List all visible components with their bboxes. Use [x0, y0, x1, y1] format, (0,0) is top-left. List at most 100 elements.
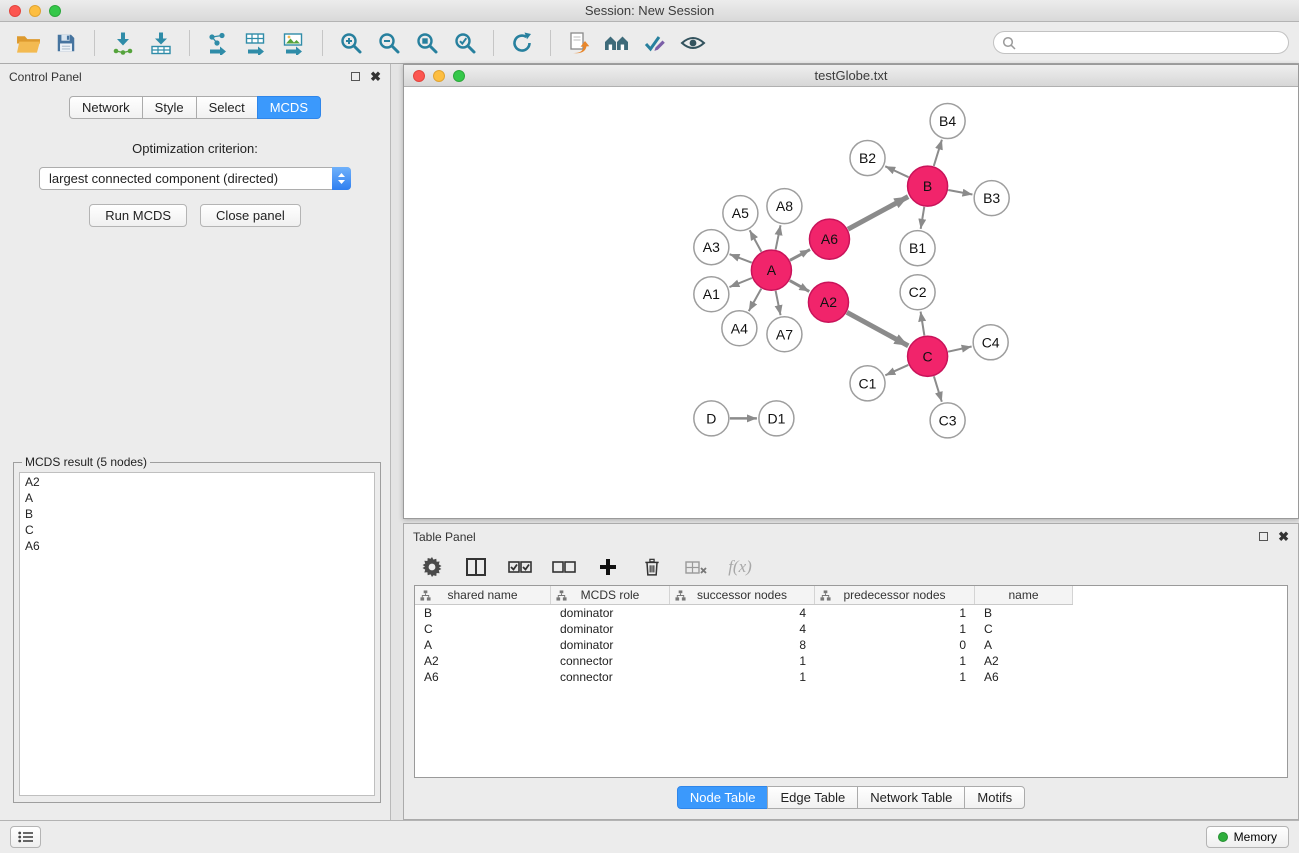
table-row[interactable]: Bdominator41B: [415, 605, 1073, 621]
node-A4[interactable]: A4: [722, 311, 757, 346]
edge-A-A1[interactable]: [729, 278, 751, 287]
edge-C-C3[interactable]: [934, 376, 942, 401]
show-graphics-details-button[interactable]: [675, 26, 711, 60]
node-C[interactable]: C: [908, 336, 948, 376]
criterion-dropdown[interactable]: largest connected component (directed): [39, 167, 351, 190]
tab-node-table[interactable]: Node Table: [677, 786, 769, 809]
edge-B-B4[interactable]: [934, 140, 942, 166]
zoom-out-button[interactable]: [371, 26, 407, 60]
clear-table-button[interactable]: [684, 553, 708, 581]
task-history-button[interactable]: [10, 826, 41, 848]
node-B1[interactable]: B1: [900, 231, 935, 266]
node-A3[interactable]: A3: [694, 230, 729, 265]
edge-A-A6[interactable]: [790, 250, 810, 261]
close-network-button[interactable]: [413, 70, 425, 82]
edge-A-A7[interactable]: [776, 291, 781, 315]
network-snapshot-button[interactable]: [561, 26, 597, 60]
node-A7[interactable]: A7: [767, 317, 802, 352]
close-panel-icon[interactable]: ✖: [370, 70, 381, 83]
node-A2[interactable]: A2: [808, 282, 848, 322]
edge-A-A4[interactable]: [749, 289, 762, 312]
tab-motifs[interactable]: Motifs: [964, 786, 1025, 809]
edge-A-A5[interactable]: [750, 230, 762, 252]
table-row[interactable]: A2connector11A2: [415, 653, 1073, 669]
edge-B-B1[interactable]: [921, 207, 925, 229]
run-mcds-button[interactable]: Run MCDS: [89, 204, 187, 227]
column-header-name[interactable]: name: [975, 586, 1073, 604]
network-graph[interactable]: B4B2BB3A5A8A6A3B1AC2A1A2A4A7C4CC1DD1C3: [404, 87, 1298, 518]
tab-style[interactable]: Style: [142, 96, 197, 119]
close-panel-button[interactable]: Close panel: [200, 204, 301, 227]
import-table-button[interactable]: [143, 26, 179, 60]
node-D[interactable]: D: [694, 401, 729, 436]
deselect-all-columns-button[interactable]: [552, 553, 576, 581]
column-header-shared-name[interactable]: shared name: [415, 586, 551, 604]
edge-C-C2[interactable]: [921, 312, 925, 336]
node-A5[interactable]: A5: [723, 196, 758, 231]
column-header-successor-nodes[interactable]: successor nodes: [670, 586, 815, 604]
export-image-button[interactable]: [276, 26, 312, 60]
tab-network[interactable]: Network: [69, 96, 143, 119]
node-D1[interactable]: D1: [759, 401, 794, 436]
close-window-button[interactable]: [9, 5, 21, 17]
export-table-button[interactable]: [238, 26, 274, 60]
node-B3[interactable]: B3: [974, 181, 1009, 216]
tab-mcds[interactable]: MCDS: [257, 96, 321, 119]
function-builder-button[interactable]: f(x): [728, 553, 752, 581]
table-row[interactable]: A6connector11A6: [415, 669, 1073, 685]
edge-B-B2[interactable]: [885, 166, 908, 177]
node-A8[interactable]: A8: [767, 189, 802, 224]
column-header-mcds-role[interactable]: MCDS role: [551, 586, 670, 604]
node-B2[interactable]: B2: [850, 141, 885, 176]
add-column-button[interactable]: [596, 553, 620, 581]
node-A1[interactable]: A1: [694, 277, 729, 312]
annotation-mode-button[interactable]: [637, 26, 673, 60]
close-table-panel-icon[interactable]: ✖: [1278, 530, 1289, 543]
float-panel-icon[interactable]: [351, 72, 360, 81]
edge-C-C1[interactable]: [885, 365, 908, 375]
node-C4[interactable]: C4: [973, 325, 1008, 360]
minimize-window-button[interactable]: [29, 5, 41, 17]
zoom-fit-button[interactable]: [409, 26, 445, 60]
zoom-selected-button[interactable]: [447, 26, 483, 60]
edge-A2-C[interactable]: [847, 312, 908, 345]
zoom-in-button[interactable]: [333, 26, 369, 60]
tab-select[interactable]: Select: [196, 96, 258, 119]
result-item[interactable]: A6: [25, 538, 369, 554]
export-network-button[interactable]: [200, 26, 236, 60]
table-row[interactable]: Adominator80A: [415, 637, 1073, 653]
float-table-panel-icon[interactable]: [1259, 532, 1268, 541]
edge-C-C4[interactable]: [948, 346, 972, 351]
result-item[interactable]: A2: [25, 474, 369, 490]
edge-A-A3[interactable]: [730, 254, 752, 263]
edge-A-A2[interactable]: [790, 281, 810, 292]
edge-B-B3[interactable]: [948, 190, 972, 195]
node-B[interactable]: B: [908, 166, 948, 206]
maximize-network-button[interactable]: [453, 70, 465, 82]
save-session-button[interactable]: [48, 26, 84, 60]
tab-network-table[interactable]: Network Table: [857, 786, 965, 809]
result-item[interactable]: B: [25, 506, 369, 522]
apply-layout-button[interactable]: [504, 26, 540, 60]
network-canvas[interactable]: B4B2BB3A5A8A6A3B1AC2A1A2A4A7C4CC1DD1C3: [404, 87, 1298, 518]
minimize-network-button[interactable]: [433, 70, 445, 82]
result-item[interactable]: C: [25, 522, 369, 538]
delete-column-button[interactable]: [640, 553, 664, 581]
column-header-predecessor-nodes[interactable]: predecessor nodes: [815, 586, 975, 604]
open-session-button[interactable]: [10, 26, 46, 60]
memory-button[interactable]: Memory: [1206, 826, 1289, 848]
node-C3[interactable]: C3: [930, 403, 965, 438]
table-row[interactable]: Cdominator41C: [415, 621, 1073, 637]
node-A[interactable]: A: [751, 250, 791, 290]
first-neighbors-button[interactable]: [599, 26, 635, 60]
import-network-button[interactable]: [105, 26, 141, 60]
select-all-columns-button[interactable]: [508, 553, 532, 581]
mcds-result-list[interactable]: A2 A B C A6: [19, 472, 375, 796]
tab-edge-table[interactable]: Edge Table: [767, 786, 858, 809]
edge-A6-B[interactable]: [848, 197, 908, 230]
maximize-window-button[interactable]: [49, 5, 61, 17]
node-C1[interactable]: C1: [850, 366, 885, 401]
node-B4[interactable]: B4: [930, 104, 965, 139]
edge-A-A8[interactable]: [776, 225, 781, 249]
search-input[interactable]: [1021, 36, 1280, 50]
